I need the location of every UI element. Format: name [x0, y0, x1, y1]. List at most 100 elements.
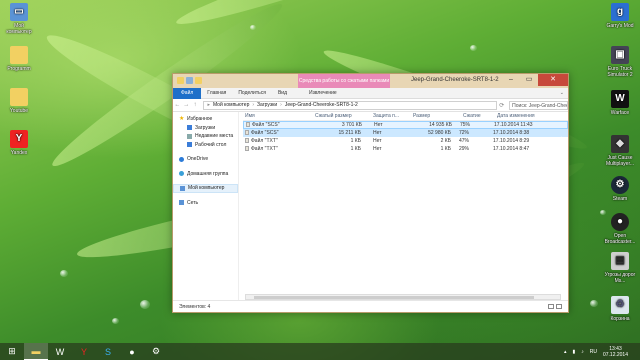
desktop-icon — [187, 142, 192, 148]
taskbar-yandex[interactable]: Y — [72, 343, 96, 360]
desktop-icon-label: Угрозы дорог Ms... — [604, 272, 636, 284]
taskbar-warface[interactable]: W — [48, 343, 72, 360]
taskbar-skype[interactable]: S — [96, 343, 120, 360]
explorer-window[interactable]: Средства работы со сжатыми папками Jeep-… — [172, 73, 569, 313]
desktop-icon-steam[interactable]: ⚙ Steam — [602, 176, 638, 202]
folder-icon — [177, 77, 184, 84]
title-bar[interactable]: Средства работы со сжатыми папками Jeep-… — [173, 74, 568, 88]
nav-recent[interactable]: Недавние места — [173, 132, 238, 141]
obs-icon: ● — [611, 213, 629, 231]
desktop-icon-label: Мой компьютер — [6, 23, 32, 35]
ribbon-tabs: Файл Главная Поделиться Вид Извлечение ⌄ — [173, 87, 568, 99]
taskbar: ⊞ ▬ W Y S ● ⚙ ▴ ▮ ♪ RU 13:43 07.12.2014 — [0, 343, 640, 360]
desktop-icon-yandex[interactable]: Y Yandex — [1, 130, 37, 156]
desktop-icon-recycle[interactable]: ♻ Корзина — [602, 296, 638, 322]
desktop-icon-warface[interactable]: W Warface — [602, 90, 638, 116]
chevron-down-icon[interactable]: ⌄ — [560, 90, 564, 96]
search-input[interactable]: Поиск: Jeep-Grand-Cheeroke... — [509, 100, 568, 110]
desktop-icon-gmod[interactable]: g Garry's Mod — [602, 3, 638, 29]
properties-icon[interactable] — [186, 77, 193, 84]
clock-date: 07.12.2014 — [602, 351, 628, 358]
desktop-icon-youtube[interactable]: Youtube — [1, 88, 37, 114]
close-button[interactable]: ✕ — [538, 74, 568, 86]
large-icons-view-icon[interactable] — [556, 304, 562, 309]
yandex-icon: Y — [10, 130, 28, 148]
address-bar[interactable]: ▸ Мой компьютер › Загрузки › Jeep-Grand-… — [203, 100, 498, 110]
tray-arrow-icon[interactable]: ▴ — [564, 349, 567, 355]
tab-share[interactable]: Поделиться — [232, 90, 272, 96]
tab-file[interactable]: Файл — [173, 87, 202, 99]
desktop-icon-label: Open Broadcaster... — [604, 233, 636, 245]
desktop-icon-label: Yandex — [10, 150, 28, 156]
recent-icon — [187, 133, 192, 139]
column-ratio[interactable]: Сжатие — [459, 113, 497, 119]
table-row[interactable]: Файл "TXT" 1 КБ Нет 2 КБ 47% 17.10.2014 … — [243, 137, 568, 145]
column-packed-size[interactable]: Сжатый размер — [309, 113, 373, 119]
language-indicator[interactable]: RU — [590, 349, 597, 355]
nav-homegroup[interactable]: Домашняя группа — [173, 170, 238, 179]
desktop-icon-label: Steam — [612, 196, 628, 202]
download-icon — [187, 125, 192, 131]
truck-icon: ▣ — [611, 46, 629, 64]
taskbar-steam[interactable]: ⚙ — [144, 343, 168, 360]
context-tab-compressed[interactable]: Средства работы со сжатыми папками — [298, 74, 390, 88]
breadcrumb-folder[interactable]: Jeep-Grand-Cheeroke-SRT8-1-2 — [285, 102, 358, 108]
yandex-icon: Y — [80, 346, 87, 357]
breadcrumb-downloads[interactable]: Загрузки — [257, 102, 277, 108]
tab-home[interactable]: Главная — [201, 90, 232, 96]
taskbar-explorer[interactable]: ▬ — [24, 343, 48, 360]
folder-path-icon: ▸ — [207, 102, 210, 108]
obs-icon: ● — [129, 346, 135, 357]
tab-extract[interactable]: Извлечение — [303, 90, 343, 96]
column-date[interactable]: Дата изменения — [497, 113, 557, 119]
minimize-button[interactable]: – — [502, 74, 520, 86]
volume-icon[interactable]: ♪ — [581, 349, 584, 355]
up-arrow-icon[interactable]: ↑ — [191, 102, 200, 108]
file-icon — [245, 138, 249, 144]
maximize-button[interactable]: ▭ — [520, 74, 538, 86]
steam-icon: ⚙ — [151, 346, 161, 356]
tab-view[interactable]: Вид — [272, 90, 293, 96]
scrollbar-thumb[interactable] — [254, 296, 534, 299]
refresh-icon[interactable]: ⟳ — [497, 102, 506, 109]
desktop-icon-programm[interactable]: Programm — [1, 46, 37, 72]
column-headers: Имя Сжатый размер Защита п... Размер Сжа… — [243, 112, 568, 121]
nav-favorites[interactable]: ★ Избранное — [173, 115, 238, 124]
desktop-icon-ets2[interactable]: ▣ Euro Truck Simulator 2 — [602, 46, 638, 78]
nav-desktop[interactable]: Рабочий стол — [173, 141, 238, 150]
nav-downloads[interactable]: Загрузки — [173, 124, 238, 133]
desktop-icon-app[interactable]: ▤ Угрозы дорог Ms... — [602, 252, 638, 284]
forward-arrow-icon[interactable]: → — [182, 102, 191, 108]
nav-onedrive[interactable]: OneDrive — [173, 155, 238, 164]
warface-icon: W — [611, 90, 629, 108]
start-button[interactable]: ⊞ — [0, 343, 24, 360]
desktop-icon-label: Warface — [610, 110, 630, 116]
jc-icon: ◆ — [611, 135, 629, 153]
computer-icon — [180, 185, 185, 191]
details-view-icon[interactable] — [548, 304, 554, 309]
system-tray: ▴ ▮ ♪ RU 13:43 07.12.2014 — [564, 346, 640, 358]
desktop-icon-obs[interactable]: ● Open Broadcaster... — [602, 213, 638, 245]
table-row[interactable]: Файл "SCS" 3 701 КБ Нет 14 935 КБ 75% 17… — [243, 121, 568, 129]
folder-icon: ▬ — [31, 346, 41, 356]
desktop-icon-computer[interactable]: ▭ Мой компьютер — [1, 3, 37, 35]
column-name[interactable]: Имя — [243, 113, 309, 119]
column-size[interactable]: Размер — [413, 113, 459, 119]
address-bar-row: ← → ↑ ▸ Мой компьютер › Загрузки › Jeep-… — [173, 99, 568, 112]
table-row[interactable]: Файл "SCS" 15 211 КБ Нет 52 980 КБ 72% 1… — [243, 129, 568, 137]
nav-network[interactable]: Сеть — [173, 199, 238, 208]
desktop-icon-label: Just Cause Multiplayer... — [605, 155, 635, 167]
table-row[interactable]: Файл "TXT" 1 КБ Нет 1 КБ 29% 17.10.2014 … — [243, 145, 568, 153]
network-tray-icon[interactable]: ▮ — [572, 349, 575, 355]
back-arrow-icon[interactable]: ← — [173, 102, 182, 108]
desktop-icon-jc[interactable]: ◆ Just Cause Multiplayer... — [602, 135, 638, 167]
clock[interactable]: 13:43 07.12.2014 — [603, 346, 628, 358]
network-icon — [179, 200, 184, 206]
item-count: Элементов: 4 — [179, 304, 211, 310]
folder-icon — [10, 46, 28, 64]
taskbar-obs[interactable]: ● — [120, 343, 144, 360]
column-protected[interactable]: Защита п... — [373, 113, 413, 119]
new-folder-icon[interactable] — [195, 77, 202, 84]
nav-computer[interactable]: Мой компьютер — [173, 184, 238, 193]
breadcrumb-computer[interactable]: Мой компьютер — [213, 102, 249, 108]
